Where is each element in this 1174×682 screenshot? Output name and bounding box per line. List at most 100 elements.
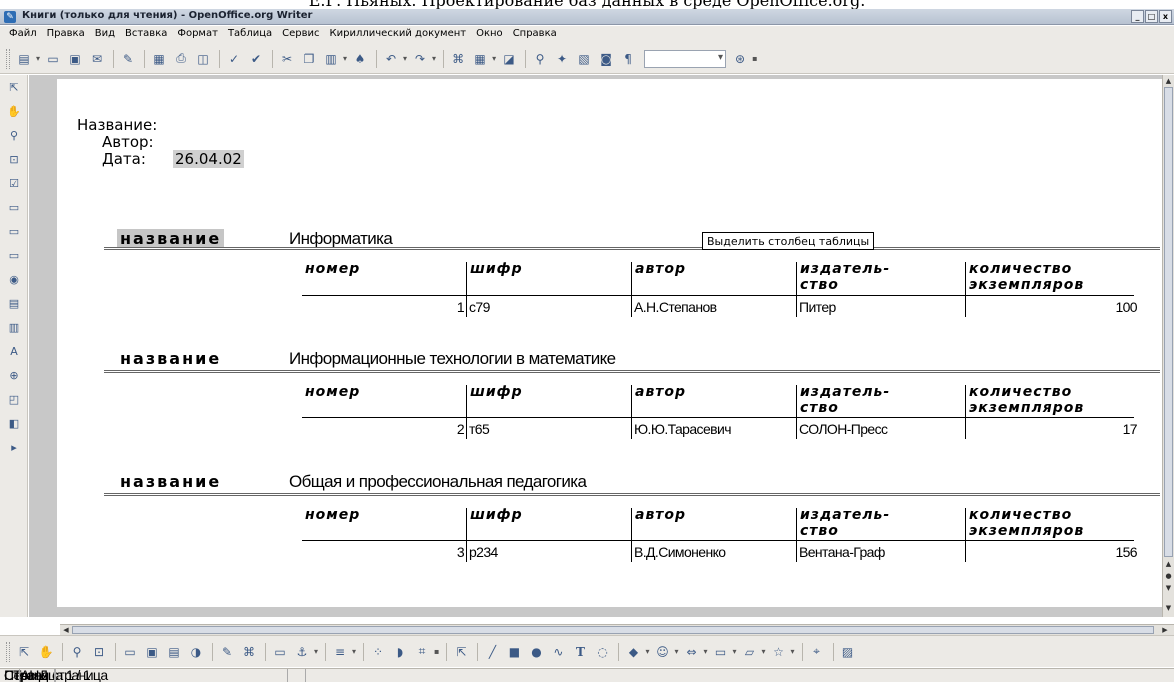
scroll-down-icon[interactable]: ▼ [1164,603,1173,613]
basic-shapes-icon[interactable]: ◆ [623,642,643,662]
autospellcheck-icon[interactable]: ✔ [246,49,266,69]
document-page[interactable]: Название: Автор: Дата: 26.04.02 название… [57,79,1162,607]
save-icon[interactable]: ▣ [65,49,85,69]
close-button[interactable]: x [1159,10,1172,23]
show-draw-functions-icon[interactable]: ◪ [499,49,519,69]
select-icon[interactable]: ⇱ [5,79,23,97]
toolbar-overflow-icon[interactable]: ▪ [752,54,757,63]
edit-file-icon[interactable]: ✎ [118,49,138,69]
hyperlink-icon[interactable]: ⌘ [448,49,468,69]
anchor-dropdown-icon[interactable]: ▾ [314,647,318,656]
add-field-icon[interactable]: ▣ [142,642,162,662]
flowchart-icon[interactable]: ▭ [711,642,731,662]
new-dropdown-icon[interactable]: ▾ [36,54,40,63]
callouts-icon[interactable]: ▱ [740,642,760,662]
text-box-icon[interactable]: ▭ [5,199,23,217]
undo-icon[interactable]: ↶ [381,49,401,69]
control-properties-icon[interactable]: ⚲ [5,127,23,145]
toolbar-overflow-icon[interactable]: ▪ [434,647,439,656]
menu-edit[interactable]: Правка [42,26,90,44]
formatted-field-icon[interactable]: ▭ [5,223,23,241]
anchor-icon[interactable]: ⚓ [292,642,312,662]
position-size-icon[interactable]: ▭ [270,642,290,662]
format-paintbrush-icon[interactable]: ♠ [350,49,370,69]
group-icon[interactable]: ⌗ [412,642,432,662]
email-icon[interactable]: ✉ [87,49,107,69]
draw-select-icon[interactable]: ⇱ [451,642,471,662]
callouts-dropdown-icon[interactable]: ▾ [762,647,766,656]
form-design-icon[interactable]: ◰ [5,391,23,409]
stars-icon[interactable]: ☆ [769,642,789,662]
menu-window[interactable]: Окно [471,26,508,44]
menu-cyrillic-document[interactable]: Кириллический документ [325,26,472,44]
spellcheck-icon[interactable]: ✓ [224,49,244,69]
gallery-icon[interactable]: ▧ [574,49,594,69]
sidebar-expand-icon[interactable]: ▸ [5,439,23,457]
alignment-icon[interactable]: ≡ [330,642,350,662]
tab-order-icon[interactable]: ▭ [120,642,140,662]
open-design-mode-icon[interactable]: ✎ [217,642,237,662]
rectangle-icon[interactable]: ■ [504,642,524,662]
ellipse-icon[interactable]: ● [526,642,546,662]
navigator-icon[interactable]: ✦ [552,49,572,69]
menu-table[interactable]: Таблица [223,26,277,44]
scroll-up-icon[interactable]: ▲ [1164,76,1173,86]
previous-object-icon[interactable]: ▲ [1164,559,1173,569]
form-properties-icon[interactable]: ⊡ [5,151,23,169]
new-document-icon[interactable]: ▤ [14,49,34,69]
menu-tools[interactable]: Сервис [277,26,324,44]
select-icon[interactable]: ⇱ [14,642,34,662]
toolbar-grip[interactable] [6,48,10,69]
combo-box-icon[interactable]: ▥ [5,319,23,337]
find-replace-icon[interactable]: ⚲ [530,49,550,69]
checkbox-icon[interactable]: ☑ [5,175,23,193]
callout-icon[interactable]: ◌ [592,642,612,662]
grid-icon[interactable]: ⁘ [368,642,388,662]
table-dropdown-icon[interactable]: ▾ [492,54,496,63]
wizards-icon[interactable]: ◧ [5,415,23,433]
export-pdf-icon[interactable]: ▦ [149,49,169,69]
symbol-shapes-dropdown-icon[interactable]: ▾ [674,647,678,656]
bring-front-icon[interactable]: ◗ [390,642,410,662]
menu-help[interactable]: Справка [508,26,562,44]
push-button-icon[interactable]: ▭ [5,247,23,265]
design-mode-icon[interactable]: ✋ [5,103,23,121]
copy-icon[interactable]: ❐ [299,49,319,69]
next-object-icon[interactable]: ▼ [1164,583,1173,593]
design-mode-icon[interactable]: ✋ [36,642,56,662]
text-icon[interactable]: T [570,642,590,662]
vertical-scroll-thumb[interactable] [1164,87,1173,557]
open-icon[interactable]: ▭ [43,49,63,69]
symbol-shapes-icon[interactable]: ☺ [652,642,672,662]
option-button-icon[interactable]: ◉ [5,271,23,289]
menu-format[interactable]: Формат [172,26,223,44]
block-arrows-dropdown-icon[interactable]: ▾ [703,647,707,656]
form-navigator-icon[interactable]: ▤ [164,642,184,662]
stars-dropdown-icon[interactable]: ▾ [791,647,795,656]
list-box-icon[interactable]: ▤ [5,295,23,313]
scroll-right-icon[interactable]: ▶ [1160,625,1170,635]
freeform-line-icon[interactable]: ∿ [548,642,568,662]
minimize-button[interactable]: _ [1131,10,1144,23]
table-icon[interactable]: ▦ [470,49,490,69]
block-arrows-icon[interactable]: ⇔ [681,642,701,662]
cut-icon[interactable]: ✂ [277,49,297,69]
navigation-icon[interactable]: ● [1164,571,1173,581]
more-controls-icon[interactable]: ⊕ [5,367,23,385]
help-icon[interactable]: ⊛ [730,49,750,69]
paste-icon[interactable]: ▥ [321,49,341,69]
redo-icon[interactable]: ↷ [410,49,430,69]
print-icon[interactable]: ⎙ [171,49,191,69]
vertical-scrollbar[interactable]: ▲ ▲ ● ▼ ▼ [1162,75,1174,617]
form-properties-icon[interactable]: ⊡ [89,642,109,662]
activation-order-icon[interactable]: ◑ [186,642,206,662]
horizontal-scroll-thumb[interactable] [72,626,1154,634]
zoom-field[interactable] [644,49,727,68]
line-icon[interactable]: ╱ [482,642,502,662]
redo-dropdown-icon[interactable]: ▾ [432,54,436,63]
nonprinting-characters-icon[interactable]: ¶ [618,49,638,69]
paste-dropdown-icon[interactable]: ▾ [343,54,347,63]
alignment-dropdown-icon[interactable]: ▾ [352,647,356,656]
basic-shapes-dropdown-icon[interactable]: ▾ [645,647,649,656]
automatic-control-focus-icon[interactable]: ⌘ [239,642,259,662]
